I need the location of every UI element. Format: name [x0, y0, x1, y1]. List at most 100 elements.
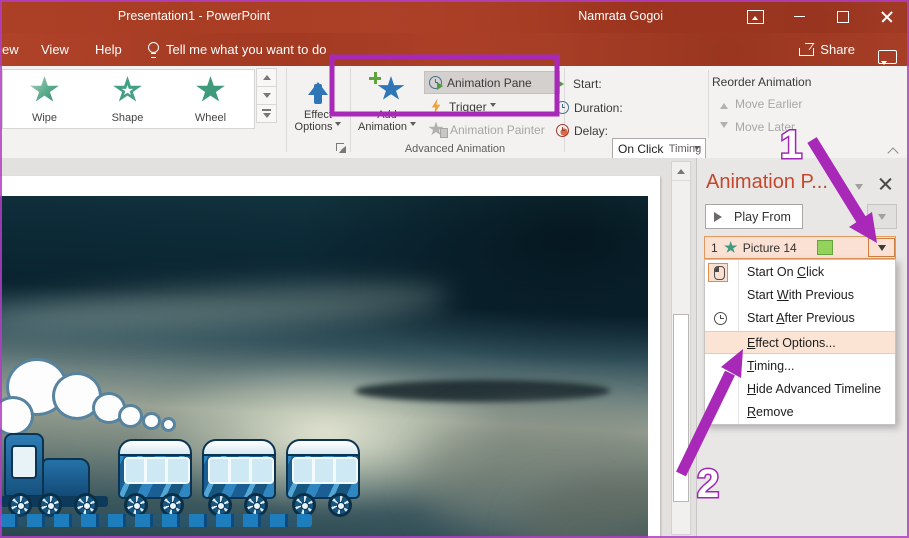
wipe-star-icon — [30, 76, 59, 102]
tab-review-partial[interactable]: ew — [2, 33, 19, 66]
up-arrow-icon — [262, 71, 271, 80]
add-animation-label-1: Add — [377, 109, 397, 121]
gallery-item-wipe[interactable]: Wipe — [3, 70, 86, 128]
scrollbar-thumb[interactable] — [673, 314, 689, 502]
pane-close-button[interactable] — [879, 177, 892, 190]
user-name: Namrata Gogoi — [578, 9, 663, 23]
menu-item-effect-options[interactable]: Effect Options... — [705, 331, 895, 354]
animation-painter-button[interactable]: Animation Painter — [424, 118, 564, 141]
add-animation-button[interactable]: Add Animation — [354, 68, 420, 150]
menu-item-start-with-previous[interactable]: Start With Previous — [705, 284, 895, 307]
shape-star-icon — [113, 76, 142, 102]
menu-item-start-after-previous[interactable]: Start After Previous — [705, 307, 895, 330]
train-car — [286, 439, 360, 499]
animation-list-item[interactable]: 1 Picture 14 — [704, 236, 896, 259]
wheel-icon — [328, 493, 352, 517]
dropdown-caret-icon — [489, 103, 496, 110]
add-animation-label-2: Animation — [358, 121, 407, 133]
duration-label: Duration: — [574, 100, 623, 115]
mouse-icon-box — [708, 262, 728, 282]
menu-text: fter Previous — [784, 311, 855, 325]
menu-item-hide-advanced-timeline[interactable]: Hide Advanced Timeline — [705, 378, 895, 401]
play-from-label: Play From — [734, 209, 791, 224]
delay-label: Delay: — [574, 123, 609, 138]
chevron-down-icon — [855, 184, 863, 194]
start-play-icon — [556, 78, 569, 89]
train-car — [118, 439, 192, 499]
train-track — [0, 514, 312, 527]
wheel-star-icon — [196, 76, 225, 102]
item-name: Picture 14 — [742, 240, 797, 255]
mouse-icon — [714, 266, 725, 280]
menu-text: emove — [756, 405, 794, 419]
gallery-more-button[interactable] — [256, 104, 277, 123]
ribbon: Wipe Shape Wheel Effect Options Add Anim… — [0, 66, 909, 206]
down-arrow-icon — [262, 112, 271, 122]
dialog-launcher-icon[interactable] — [336, 143, 346, 153]
locomotive-boiler — [42, 458, 90, 498]
close-icon — [881, 11, 893, 23]
chevron-down-icon — [878, 214, 886, 224]
menu-text: Start — [747, 288, 777, 302]
share-button[interactable]: Share — [799, 33, 855, 66]
up-arrow-icon — [677, 165, 685, 174]
smoke-puff — [118, 404, 143, 428]
star-icon — [428, 121, 444, 136]
slide-scrollbar[interactable] — [671, 161, 691, 535]
delay-row: Delay: — [556, 119, 716, 142]
lightning-trigger-icon — [431, 98, 441, 115]
slide-image[interactable] — [0, 196, 648, 538]
move-later-button[interactable]: Move Later — [720, 120, 795, 134]
maximize-icon — [837, 10, 849, 23]
dropdown-caret-icon — [335, 122, 342, 129]
down-arrow-icon — [262, 93, 271, 102]
gallery-scroll-up-button[interactable] — [256, 68, 277, 87]
play-from-button[interactable]: Play From — [705, 204, 803, 229]
animation-painter-icon — [428, 121, 448, 138]
menu-item-remove[interactable]: Remove — [705, 401, 895, 424]
collapse-ribbon-icon[interactable] — [889, 147, 898, 156]
comments-button[interactable] — [878, 43, 897, 65]
smoke-puff — [161, 417, 176, 432]
animation-pane-label: Animation Pane — [447, 75, 532, 90]
tab-view[interactable]: View — [41, 33, 69, 66]
gallery-scroll-down-button[interactable] — [256, 86, 277, 105]
tell-me-box[interactable]: Tell me what you want to do — [148, 33, 326, 66]
close-button[interactable] — [865, 0, 909, 33]
trigger-button[interactable]: Trigger — [424, 95, 564, 118]
ribbon-display-options-icon — [746, 9, 764, 24]
more-icon — [262, 109, 271, 111]
effect-options-icon — [301, 72, 335, 106]
title-bar: Presentation1 - PowerPoint Namrata Gogoi — [0, 0, 909, 33]
menu-item-timing[interactable]: Timing... — [705, 355, 895, 378]
group-separator — [350, 68, 351, 152]
menu-text: W — [776, 288, 789, 302]
animation-pane-button[interactable]: Animation Pane — [424, 71, 560, 94]
minimize-button[interactable] — [777, 0, 821, 33]
pane-menu-button[interactable] — [855, 184, 863, 194]
ribbon-display-options-button[interactable] — [733, 0, 777, 33]
animation-pane-icon — [429, 76, 443, 90]
move-earlier-button[interactable]: Move Earlier — [720, 97, 802, 111]
menu-item-start-on-click[interactable]: Start On Click — [705, 261, 895, 284]
move-later-label: Move Later — [735, 120, 796, 134]
comment-icon — [878, 50, 897, 65]
trigger-label: Trigger — [449, 99, 487, 114]
effect-options-button[interactable]: Effect Options — [290, 68, 346, 150]
animation-gallery: Wipe Shape Wheel — [2, 69, 255, 129]
pane-secondary-dropdown[interactable] — [867, 204, 897, 229]
gallery-item-wheel[interactable]: Wheel — [169, 70, 252, 128]
menu-text: ith Previous — [788, 288, 854, 302]
slide-canvas[interactable] — [0, 176, 660, 538]
scrollbar-up-button[interactable] — [672, 162, 690, 181]
locomotive-window — [11, 445, 37, 479]
animation-context-menu: Start On Click Start With Previous Start… — [704, 259, 896, 425]
cartoon-train — [0, 196, 648, 538]
share-label: Share — [820, 42, 855, 57]
tab-help[interactable]: Help — [95, 33, 122, 66]
menu-text: lick — [806, 265, 825, 279]
maximize-button[interactable] — [821, 0, 865, 33]
gallery-item-shape[interactable]: Shape — [86, 70, 169, 128]
move-later-icon — [720, 122, 728, 132]
item-dropdown-button[interactable] — [868, 238, 895, 257]
